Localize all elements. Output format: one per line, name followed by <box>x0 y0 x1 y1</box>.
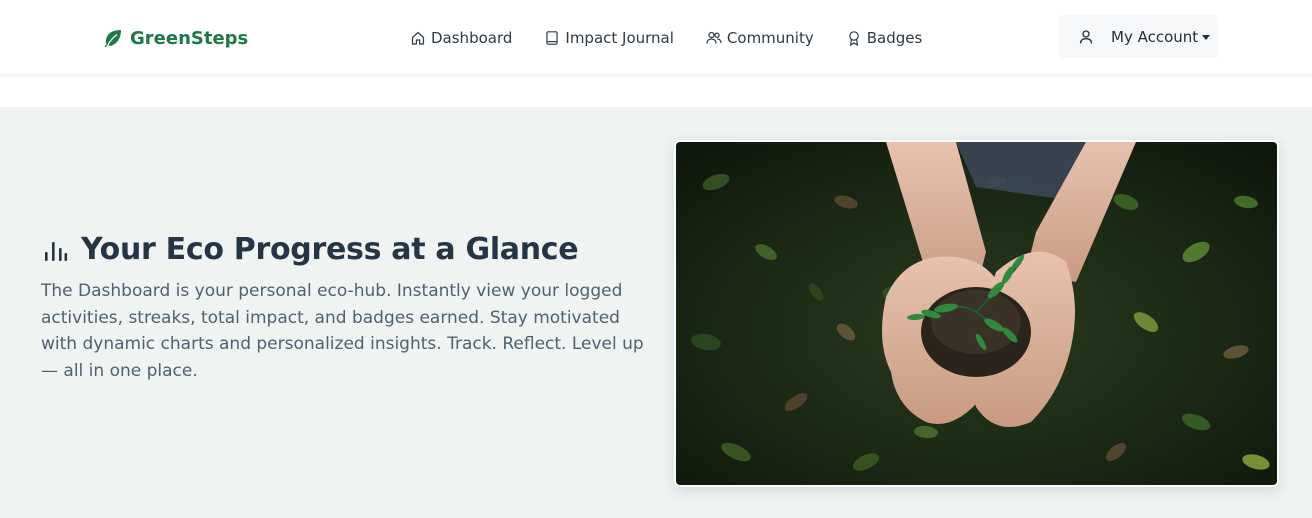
chevron-down-icon <box>1202 34 1211 40</box>
bar-chart-icon <box>45 241 68 261</box>
people-icon <box>706 31 722 44</box>
my-account-label: My Account <box>1111 27 1199 46</box>
nav-item-label: Badges <box>866 29 923 47</box>
brand-name: GreenSteps <box>130 27 249 49</box>
nav-item-impact-journal[interactable]: Impact Journal <box>544 27 674 49</box>
award-icon <box>848 31 859 46</box>
page-title: Your Eco Progress at a Glance <box>81 232 579 267</box>
nav-item-badges[interactable]: Badges <box>846 27 923 49</box>
nav-item-dashboard[interactable]: Dashboard <box>410 27 512 49</box>
hero-description: The Dashboard is your personal eco-hub. … <box>41 281 644 381</box>
brand-logo-link[interactable]: GreenSteps <box>103 26 248 50</box>
book-icon <box>546 31 558 45</box>
my-account-dropdown-button[interactable]: My Account <box>1058 15 1218 58</box>
nav-item-label: Dashboard <box>431 29 513 47</box>
home-icon <box>411 31 425 45</box>
nav-item-label: Impact Journal <box>565 29 674 47</box>
top-navbar: GreenSteps Dashboard Impact Journal Comm… <box>0 0 1312 75</box>
nav-item-label: Community <box>726 29 814 47</box>
hands-holding-seedling-image <box>674 140 1279 487</box>
nav-item-community[interactable]: Community <box>706 27 814 49</box>
leaf-icon <box>104 30 121 48</box>
main-nav: Dashboard Impact Journal Community Badge… <box>410 27 954 49</box>
hero-section: Your Eco Progress at a Glance The Dashbo… <box>0 107 1312 518</box>
hero-heading: Your Eco Progress at a Glance <box>41 232 579 267</box>
person-icon <box>1079 29 1093 44</box>
